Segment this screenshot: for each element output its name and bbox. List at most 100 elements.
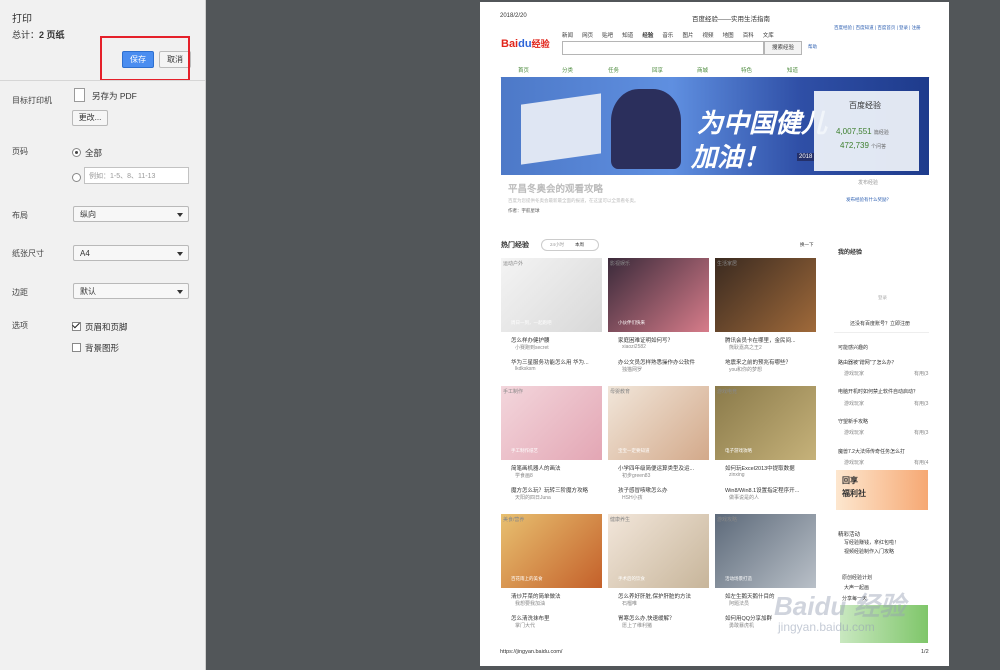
experience-card[interactable]: 运动户外 周日一到，一起跑吧 怎么样办健护腰 小赛跑到secret 华为三星服务… [501,258,602,378]
refresh-batch-link[interactable]: 换一下 [800,242,814,248]
card-image[interactable] [715,258,816,332]
subnav-item[interactable]: 特色 [741,66,752,74]
promo-banner[interactable]: 回享 福利社 [836,470,928,510]
card-title-2[interactable]: 魔方怎么玩？玩转三阶魔方攻略 [511,486,588,494]
card-title[interactable]: 如何玩Excel2013中提取数据 [725,464,795,472]
banner-headline-2: 加油！ [691,142,770,172]
experience-card[interactable]: 生活家居 腾讯会员卡在哪里，金民间... 熊耿嘉高之王2 地震来之前的预兆有哪些… [715,258,816,378]
pages-label: 页码 [12,147,28,156]
margins-label: 边距 [12,288,28,297]
search-input[interactable] [562,41,764,55]
nav-item[interactable]: 知道 [622,33,633,39]
sub-nav: 首页 分类 任务 回享 商城 特色 知道 [500,63,930,78]
document-icon [74,88,85,102]
page-total-label: 总计： [12,30,40,40]
card-caption: 手术后的饮食 [618,576,645,581]
pages-custom-radio[interactable] [72,173,81,182]
stats-title: 百度经验 [849,101,881,110]
subnav-item[interactable]: 回享 [652,66,663,74]
background-graphics-checkbox[interactable] [72,343,81,352]
page-range-input[interactable]: 例如：1-5、8、11-13 [84,167,189,184]
activity-link[interactable]: 写经验赚钱，拿红包啦！ [844,539,899,546]
activity-title: 精彩活动 [838,532,861,538]
card-title-2[interactable]: 办公文员怎样熟悉操作办公软件 [618,358,695,366]
card-title[interactable]: 腾讯会员卡在哪里，金民间... [725,336,796,344]
card-author: xiaozi2582 [622,344,646,350]
card-title[interactable]: 小学四年级简便运算类型及运... [618,464,694,472]
nav-item[interactable]: 贴吧 [602,33,613,39]
experience-card[interactable]: 影视娱乐 小伙伴们快来 家庭困难证明如何写？ xiaozi2582 办公文员怎样… [608,258,709,378]
headline-title[interactable]: 平昌冬奥会的观看攻略 [508,181,603,195]
header-date: 2018/2/20 [500,13,527,19]
paper-size-select[interactable]: A4 [73,245,189,261]
card-title-2[interactable]: 华为三星服务功能怎么用 华为... [511,358,589,366]
nav-item[interactable]: 新闻 [562,33,573,39]
nav-item[interactable]: 百科 [743,33,754,39]
register-link[interactable]: 还没有百度账号？立即注册 [850,320,910,327]
layout-select[interactable]: 纵向 [73,206,189,222]
tab-24h[interactable]: 24小时 [550,242,564,248]
experience-card[interactable]: 健康养生 手术后的饮食 怎么养好肝脏,保护肝脏的方法 石榴唯 胃寒怎么办,快速缓… [608,514,709,634]
card-title[interactable]: 简笔画机器人的画法 [511,464,561,472]
experience-card[interactable]: 游戏电竞 电子游戏攻略 如何玩Excel2013中提取数据 zinxing Wi… [715,386,816,506]
search-button[interactable]: 搜索经验 [764,41,802,55]
subnav-item[interactable]: 任务 [608,66,619,74]
change-destination-button[interactable]: 更改... [72,110,108,126]
stats-panel: 百度经验 4,007,551 篇经验 472,739 个问答 [814,91,919,171]
card-title-2[interactable]: 地震来之前的预兆有哪些？ [725,358,791,366]
experience-card[interactable]: 手工制作 手工制作纸艺 简笔画机器人的画法 学食画8 魔方怎么玩？玩转三阶魔方攻… [501,386,602,506]
card-caption: 活动场景打造 [725,576,752,581]
publish-link[interactable]: 发布经验 [858,179,878,186]
card-title[interactable]: 怎么样办健护腰 [511,336,550,344]
margins-select[interactable]: 默认 [73,283,189,299]
chevron-down-icon [177,213,183,217]
headers-footers-checkbox[interactable] [72,322,81,331]
pages-all-label: 全部 [85,148,103,158]
activity-link[interactable]: 原创经验计划 [842,574,872,581]
help-link[interactable]: 帮助 [808,44,817,50]
subnav-item[interactable]: 知道 [787,66,798,74]
card-title[interactable]: 怎么养好肝脏,保护肝脏的方法 [618,592,691,600]
subnav-item[interactable]: 商城 [697,66,708,74]
card-author: 初步green83 [622,473,651,479]
card-author: 熊耿嘉高之王2 [729,345,762,351]
card-title[interactable]: 家庭困难证明如何写？ [618,336,673,344]
nav-item[interactable]: 网页 [582,33,593,39]
card-title-2[interactable]: Win8/Win8.1设置指定程序开... [725,486,799,494]
card-title[interactable]: 如左生鹅天鹅什目的 [725,592,775,600]
margins-value: 默认 [80,287,96,296]
card-caption: 小伙伴们快来 [618,320,645,325]
card-title-2[interactable]: 孩子感冒咳嗽怎么办 [618,486,668,494]
card-title-2[interactable]: 怎么清洗抹布里 [511,614,550,622]
card-tag: 健康养生 [610,517,631,523]
side-item-title[interactable]: 电脑开机时如何禁止软件自动启动？ [838,388,918,395]
layout-select-value: 纵向 [80,210,96,219]
card-title-2[interactable]: 如何用QQ分享加群 [725,614,772,622]
stats-qa-count: 472,739 个问答 [840,141,886,150]
activity-link[interactable]: 视频经验制作入门攻略 [844,548,894,555]
subnav-item[interactable]: 分类 [562,66,573,74]
nav-item[interactable]: 视频 [703,33,714,39]
nav-item-active[interactable]: 经验 [642,33,653,39]
card-title[interactable]: 清炒芹菜的简单做法 [511,592,561,600]
experience-card[interactable]: 母婴教育 宝宝一定要知道 小学四年级简便运算类型及运... 初步green83 … [608,386,709,506]
side-item-author: 游戏玩家 [844,371,865,377]
stats-experience-unit: 篇经验 [873,130,889,136]
pages-all-radio[interactable] [72,148,81,157]
footer-url: https://jingyan.baidu.com/ [500,649,563,655]
side-item-title[interactable]: 路由器被"蹭网"了怎么办？ [838,359,897,366]
side-item-title[interactable]: 守望新手攻略 [838,418,868,425]
experience-card[interactable]: 美食/营养 百花雨上的美食 清炒芹菜的简单做法 我想要我加油 怎么清洗抹布里 掌… [501,514,602,634]
nav-item[interactable]: 文库 [763,33,774,39]
nav-item[interactable]: 地图 [723,33,734,39]
card-title-2[interactable]: 胃寒怎么办,快速缓解？ [618,614,675,622]
publish-hint-link[interactable]: 发布经验有什么奖励？ [846,197,891,203]
card-caption: 百花雨上的美食 [511,576,543,581]
nav-item[interactable]: 音乐 [662,33,673,39]
nav-item[interactable]: 图片 [682,33,693,39]
side-item-title[interactable]: 魔兽7.2大法师传奇任务怎么打 [838,448,905,455]
print-settings-panel: 打印 总计：2 页纸 保存 取消 目标打印机 另存为 PDF 更改... 页码 … [0,0,206,670]
tab-week[interactable]: 本周 [575,242,584,248]
subnav-item[interactable]: 首页 [518,66,529,74]
login-hint[interactable]: 登录 [878,295,887,301]
